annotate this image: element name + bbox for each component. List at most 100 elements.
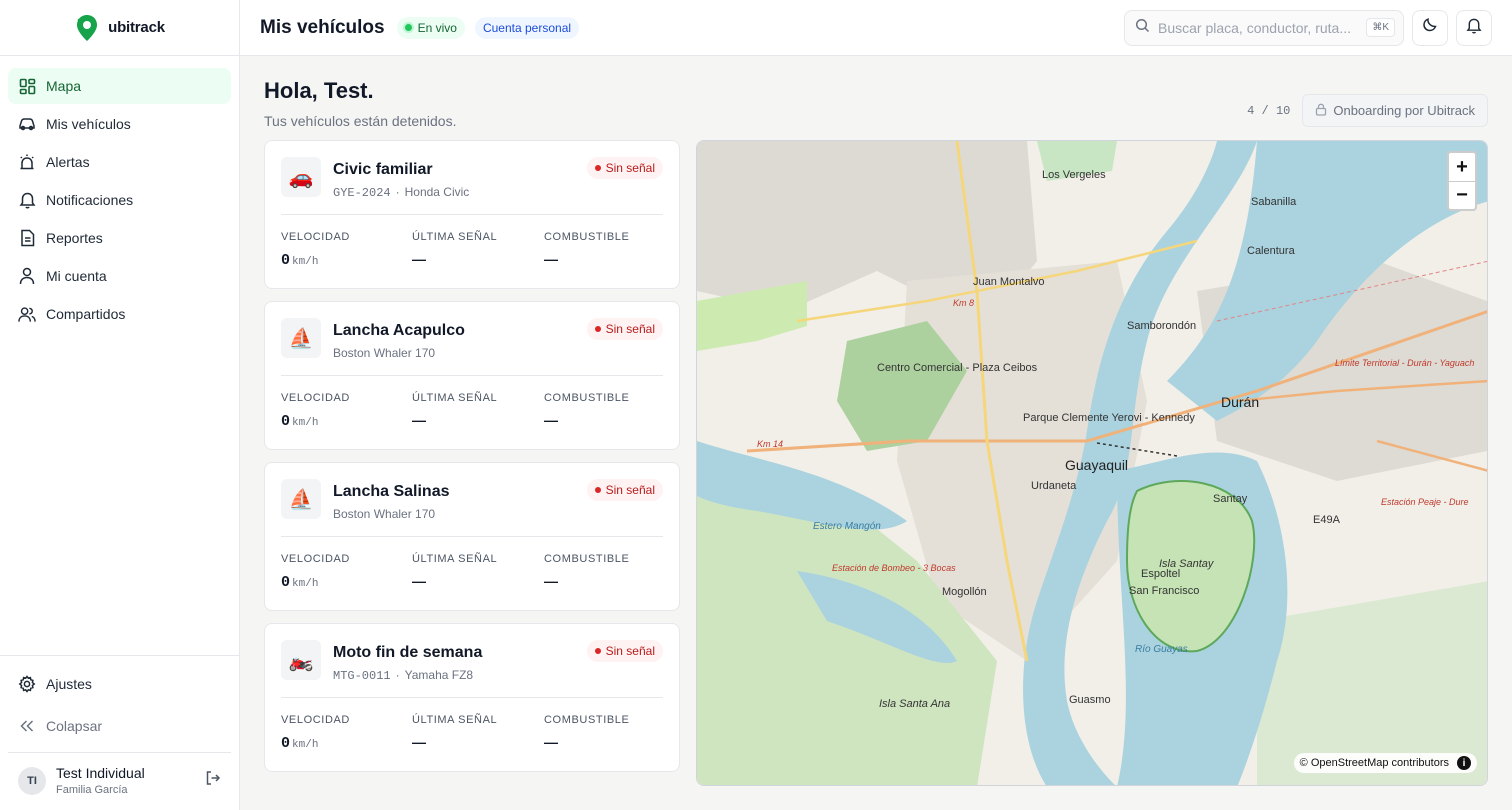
last-signal-value: — (412, 573, 426, 589)
sidebar-nav: Mapa Mis vehículos Alertas Notificacione… (0, 56, 239, 346)
sidebar-item-reportes[interactable]: Reportes (8, 220, 231, 256)
sidebar-item-alertas[interactable]: Alertas (8, 144, 231, 180)
onboarding-button[interactable]: Onboarding por Ubitrack (1302, 94, 1488, 127)
last-signal-label: ÚLTIMA SEÑAL (412, 392, 498, 404)
fuel-label: COMBUSTIBLE (544, 392, 630, 404)
info-icon[interactable]: i (1457, 756, 1471, 770)
status-badge: Sin señal (586, 640, 663, 662)
user-name: Test Individual (56, 765, 145, 781)
vehicle-plate: GYE-2024 (333, 186, 391, 200)
map-label-juan-montalvo: Juan Montalvo (973, 276, 1045, 288)
sidebar-item-compartidos[interactable]: Compartidos (8, 296, 231, 332)
fuel-value: — (544, 251, 558, 267)
onboarding-progress: 4 / 10 (1247, 103, 1291, 118)
search-box[interactable]: ⌘K (1124, 9, 1404, 46)
vehicle-subtitle: GYE-2024 · Honda Civic (333, 185, 663, 200)
vehicle-subtitle: MTG-0011 · Yamaha FZ8 (333, 668, 663, 683)
map-label-e49a: E49A (1313, 514, 1341, 526)
sidebar-footer: Ajustes Colapsar TI Test Individual Fami… (0, 655, 239, 810)
zoom-out-button[interactable]: − (1449, 181, 1475, 209)
zoom-in-button[interactable]: + (1449, 153, 1475, 181)
last-signal-value: — (412, 412, 426, 428)
car-icon (18, 115, 36, 133)
status-dot-icon (594, 165, 601, 171)
attribution-text[interactable]: © OpenStreetMap contributors (1300, 757, 1449, 769)
map-label-sabanilla: Sabanilla (1251, 196, 1297, 208)
user-group: Familia García (56, 784, 128, 796)
speed-unit: km/h (292, 578, 319, 590)
report-icon (18, 229, 36, 247)
bell-icon (1466, 17, 1482, 39)
onboarding: 4 / 10 Onboarding por Ubitrack (1247, 94, 1488, 127)
speed-value: 0 (281, 574, 291, 591)
sailboat-icon: ⛵ (281, 318, 321, 358)
map-label-isla-santa-ana: Isla Santa Ana (879, 698, 950, 710)
fuel-value: — (544, 412, 558, 428)
fuel-label: COMBUSTIBLE (544, 553, 630, 565)
map-label-espoltel: Espoltel (1141, 568, 1180, 580)
theme-toggle-button[interactable] (1412, 9, 1448, 46)
status-label: Sin señal (605, 644, 655, 658)
vehicle-card[interactable]: ⛵ Lancha Acapulco Boston Whaler 170 Sin … (264, 301, 680, 450)
vehicle-card[interactable]: 🚗 Civic familiar GYE-2024 · Honda Civic Si… (264, 140, 680, 289)
sidebar-item-label: Mi cuenta (46, 268, 107, 284)
user-icon (18, 267, 36, 285)
sailboat-icon: ⛵ (281, 479, 321, 519)
speed-label: VELOCIDAD (281, 392, 350, 404)
map-label-rio-guayas: Río Guayas (1135, 644, 1188, 655)
gear-icon (18, 675, 36, 693)
vehicle-model: Boston Whaler 170 (333, 346, 436, 360)
status-label: Sin señal (605, 161, 655, 175)
map-label-km8: Km 8 (953, 298, 974, 308)
search-icon (1135, 18, 1150, 38)
users-icon (18, 305, 36, 323)
vehicle-model: Yamaha FZ8 (404, 668, 474, 682)
last-signal-label: ÚLTIMA SEÑAL (412, 553, 498, 565)
avatar: TI (18, 766, 46, 795)
sidebar-item-mapa[interactable]: Mapa (8, 68, 231, 104)
vehicle-metrics: VELOCIDAD 0 km/h ÚLTIMA SEÑAL — COMBUSTIBLE… (281, 231, 663, 269)
fuel-label: COMBUSTIBLE (544, 231, 630, 243)
brand[interactable]: ubitrack (0, 0, 239, 56)
sidebar-item-mi-cuenta[interactable]: Mi cuenta (8, 258, 231, 294)
map-tiles[interactable]: Guayaquil Durán Isla Santay Urdaneta San… (697, 141, 1488, 786)
live-dot-icon (404, 24, 412, 31)
status-dot-icon (594, 487, 601, 493)
moon-icon (1422, 17, 1438, 38)
speed-label: VELOCIDAD (281, 553, 350, 565)
vehicle-card[interactable]: ⛵ Lancha Salinas Boston Whaler 170 Sin s… (264, 462, 680, 611)
sidebar-item-label: Notificaciones (46, 192, 134, 208)
sidebar-item-mis-vehiculos[interactable]: Mis vehículos (8, 106, 231, 142)
map-view[interactable]: Guayaquil Durán Isla Santay Urdaneta San… (696, 140, 1488, 786)
map-label-los-vergeles: Los Vergeles (1042, 169, 1106, 181)
brand-name: ubitrack (108, 19, 165, 36)
sidebar-item-notificaciones[interactable]: Notificaciones (8, 182, 231, 218)
live-badge: En vivo (396, 16, 465, 39)
status-badge: Sin señal (586, 318, 663, 340)
vehicle-list: 🚗 Civic familiar GYE-2024 · Honda Civic Si… (264, 140, 680, 784)
speed-unit: km/h (292, 739, 319, 751)
last-signal-label: ÚLTIMA SEÑAL (412, 231, 498, 243)
sidebar-item-label: Compartidos (46, 306, 126, 322)
fuel-value: — (544, 734, 558, 750)
user-profile: TI Test Individual Familia García (8, 752, 231, 802)
map-label-peaje: Estación Peaje - Dure (1381, 497, 1469, 507)
separator: · (395, 668, 400, 682)
speed-unit: km/h (292, 417, 319, 429)
collapse-label: Colapsar (46, 718, 103, 734)
logout-icon[interactable] (205, 770, 221, 791)
map-label-urdaneta: Urdaneta (1031, 480, 1077, 492)
map-label-san-francisco: San Francisco (1129, 585, 1199, 597)
map-label-km14: Km 14 (757, 439, 783, 449)
map-label-samborondon: Samborondón (1127, 320, 1196, 332)
car-icon: 🚗 (281, 157, 321, 197)
sidebar-item-label: Alertas (46, 154, 90, 170)
search-input[interactable] (1158, 19, 1359, 36)
sidebar-item-label: Mis vehículos (46, 116, 131, 132)
vehicle-plate: MTG-0011 (333, 669, 391, 683)
sidebar-item-ajustes[interactable]: Ajustes (8, 664, 231, 704)
sidebar: ubitrack Mapa Mis vehículos Alertas Noti… (0, 0, 240, 810)
vehicle-card[interactable]: 🏍️ Moto fin de semana MTG-0011 · Yamaha FZ… (264, 623, 680, 772)
notifications-button[interactable] (1456, 9, 1492, 46)
collapse-sidebar-button[interactable]: Colapsar (8, 706, 231, 746)
